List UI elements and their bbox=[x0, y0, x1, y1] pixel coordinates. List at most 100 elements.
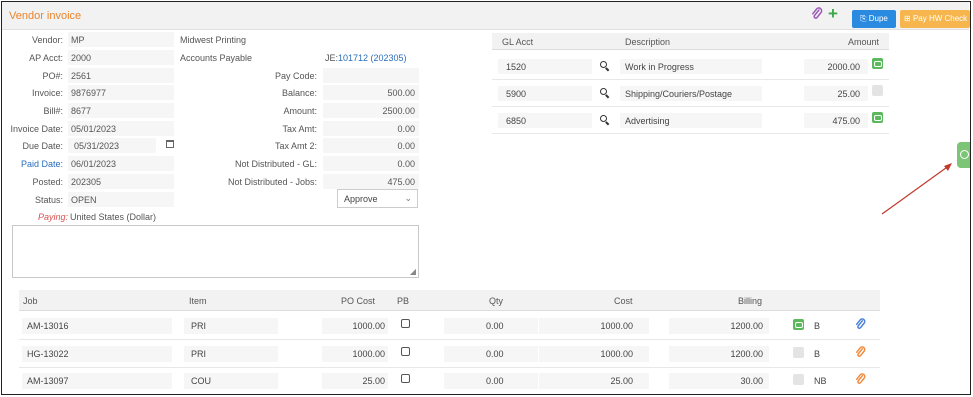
comment-icon[interactable] bbox=[793, 374, 804, 385]
pb-checkbox[interactable] bbox=[401, 374, 410, 383]
field-value: 9876977 bbox=[71, 88, 107, 98]
cost: 1000.00 bbox=[600, 321, 633, 331]
ap-account-name: Accounts Payable bbox=[180, 53, 253, 63]
comment-icon[interactable] bbox=[793, 319, 804, 330]
header-bar: Vendor invoice + ⎘ Dupe ⊞ Pay HW Check bbox=[2, 2, 970, 30]
mid-field-label: Amount: bbox=[283, 106, 317, 116]
mid-field-label: Not Distributed - GL: bbox=[234, 159, 317, 169]
item-code: COU bbox=[191, 376, 211, 386]
vendor-name: Midwest Printing bbox=[180, 35, 247, 45]
gl-amount: 25.00 bbox=[837, 89, 860, 99]
paying-label: Paying: bbox=[38, 212, 69, 222]
search-icon[interactable] bbox=[600, 61, 607, 68]
field-value: 202305 bbox=[71, 177, 102, 187]
comment-icon[interactable] bbox=[872, 58, 883, 69]
billing-header: Billing bbox=[738, 296, 763, 306]
cost: 25.00 bbox=[610, 376, 633, 386]
field-label: Invoice Date: bbox=[10, 124, 63, 134]
pb-header: PB bbox=[397, 296, 410, 306]
mid-field-input[interactable] bbox=[323, 68, 419, 83]
mid-field-label: Tax Amt: bbox=[282, 124, 317, 134]
gl-row: 5900 Shipping/Couriers/Postage 25.00 bbox=[492, 81, 889, 107]
pay-hw-check-button[interactable]: ⊞ Pay HW Check bbox=[900, 10, 970, 28]
gl-amount-header: Amount bbox=[847, 37, 879, 47]
qty-header: Qty bbox=[489, 296, 504, 306]
gl-description: Shipping/Couriers/Postage bbox=[625, 89, 733, 99]
page-title: Vendor invoice bbox=[9, 10, 82, 22]
pay-label: Pay HW Check bbox=[912, 14, 968, 23]
gl-table-header: GL Acct Description Amount bbox=[492, 33, 889, 50]
field-value: OPEN bbox=[71, 195, 97, 205]
job-number: AM-13097 bbox=[27, 376, 69, 386]
gl-acct-value: 5900 bbox=[506, 89, 527, 99]
mid-field-value: 500.00 bbox=[387, 88, 415, 98]
vendor-invoice-window: Vendor invoice + ⎘ Dupe ⊞ Pay HW Check V… bbox=[1, 1, 971, 395]
billing-flag: B bbox=[814, 321, 821, 331]
mid-field-label: Tax Amt 2: bbox=[274, 141, 317, 151]
field-label: AP Acct: bbox=[29, 53, 63, 63]
annotation-arrow-icon bbox=[881, 163, 952, 215]
mid-field-value: 475.00 bbox=[387, 177, 415, 187]
add-icon[interactable]: + bbox=[828, 5, 838, 22]
info-icon bbox=[960, 150, 969, 159]
gl-description-header: Description bbox=[625, 37, 671, 47]
approve-select[interactable]: Approve ⌄ bbox=[337, 189, 418, 208]
field-label: Status: bbox=[34, 195, 63, 205]
billing-flag: B bbox=[814, 349, 821, 359]
attachment-icon[interactable] bbox=[855, 346, 866, 359]
field-value: 2000 bbox=[71, 53, 92, 63]
billing-flag: NB bbox=[814, 376, 827, 386]
comment-icon[interactable] bbox=[872, 112, 883, 123]
field-label: PO#: bbox=[42, 71, 63, 81]
search-icon[interactable] bbox=[600, 88, 607, 95]
gl-description: Advertising bbox=[625, 116, 670, 126]
chevron-down-icon: ⌄ bbox=[404, 193, 412, 203]
field-value: 2561 bbox=[71, 71, 92, 81]
gl-acct-value: 1520 bbox=[506, 62, 527, 72]
attachment-icon[interactable] bbox=[811, 7, 823, 21]
item-code: PRI bbox=[191, 349, 207, 359]
job-header: Job bbox=[23, 296, 38, 306]
search-icon[interactable] bbox=[600, 115, 607, 122]
gl-amount: 2000.00 bbox=[827, 62, 860, 72]
table-row: HG-13022 PRI 1000.00 0.00 1000.00 1200.00 B bbox=[19, 340, 880, 368]
po-cost: 25.00 bbox=[362, 376, 385, 386]
side-panel-tab[interactable] bbox=[957, 142, 970, 168]
pb-checkbox[interactable] bbox=[401, 319, 410, 328]
table-row: AM-13097 COU 25.00 0.00 25.00 30.00 NB bbox=[19, 367, 880, 394]
item-code: PRI bbox=[191, 321, 207, 331]
job-number: HG-13022 bbox=[27, 349, 69, 359]
field-label: Bill#: bbox=[43, 106, 63, 116]
field-label: Vendor: bbox=[31, 35, 63, 45]
billing: 30.00 bbox=[740, 376, 763, 386]
billing: 1200.00 bbox=[730, 349, 763, 359]
table-row: AM-13016 PRI 1000.00 0.00 1000.00 1200.00 B bbox=[19, 312, 880, 340]
mid-field-label: Balance: bbox=[281, 88, 317, 98]
gl-acct-header: GL Acct bbox=[502, 37, 534, 47]
mid-field-label: Pay Code: bbox=[274, 71, 317, 81]
po-cost: 1000.00 bbox=[352, 349, 385, 359]
gl-row: 1520 Work in Progress 2000.00 bbox=[492, 54, 889, 80]
gl-description: Work in Progress bbox=[625, 62, 694, 72]
pb-checkbox[interactable] bbox=[401, 347, 410, 356]
po-cost-header: PO Cost bbox=[341, 296, 376, 306]
resize-grip-icon[interactable]: ◢ bbox=[410, 267, 416, 276]
dupe-button[interactable]: ⎘ Dupe bbox=[852, 10, 896, 28]
job-number: AM-13016 bbox=[27, 321, 69, 331]
job-table-header: Job Item PO Cost PB Qty Cost Billing bbox=[19, 290, 880, 311]
field-label[interactable]: Paid Date: bbox=[21, 159, 63, 169]
attachment-icon[interactable] bbox=[855, 373, 866, 386]
gl-acct-value: 6850 bbox=[506, 116, 527, 126]
comment-icon[interactable] bbox=[872, 85, 883, 96]
attachment-icon[interactable] bbox=[855, 318, 866, 331]
calendar-icon[interactable] bbox=[166, 140, 174, 148]
je-link[interactable]: 101712 (202305) bbox=[338, 53, 407, 63]
cost: 1000.00 bbox=[600, 349, 633, 359]
comment-icon[interactable] bbox=[793, 347, 804, 358]
mid-field-value: 0.00 bbox=[397, 124, 415, 134]
memo-textarea[interactable]: ◢ bbox=[12, 225, 419, 278]
field-value: MP bbox=[71, 35, 85, 45]
field-value: 8677 bbox=[71, 106, 92, 116]
field-value: 05/31/2023 bbox=[74, 141, 120, 151]
approve-select-value: Approve bbox=[344, 194, 378, 204]
